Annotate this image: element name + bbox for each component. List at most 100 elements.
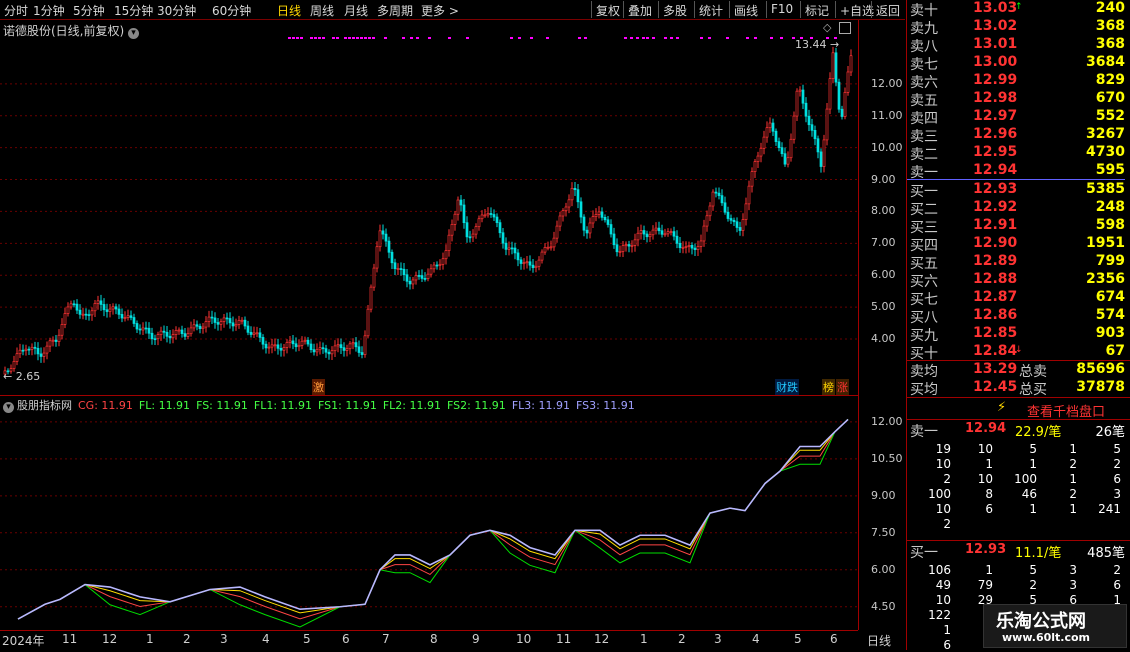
- candle-body: [60, 324, 64, 336]
- candle-body: [561, 210, 565, 217]
- period-tab-6[interactable]: 日线: [277, 2, 301, 19]
- candle-body: [447, 234, 451, 251]
- watermark-logo: 乐淘公式网 www.60lt.com: [983, 604, 1127, 648]
- sell1-detail-cell: 1: [985, 457, 993, 471]
- avg-divider-2: [907, 397, 1130, 398]
- tool-button-6[interactable]: 标记: [805, 2, 829, 19]
- indicator-panel[interactable]: ▾ 股朋指标网 CG: 11.91 FL: 11.91 FS: 11.91 FL1: 11…: [0, 396, 858, 631]
- candle-body: [402, 268, 406, 276]
- candle-body: [228, 318, 232, 324]
- event-badge-2[interactable]: 榜: [822, 379, 835, 395]
- period-label[interactable]: 日线: [867, 632, 891, 649]
- period-tab-3[interactable]: 15分钟: [114, 2, 153, 19]
- toolbar-divider: [871, 1, 872, 18]
- candle-body: [435, 264, 439, 267]
- period-tab-0[interactable]: 分时: [4, 2, 28, 19]
- candle-body: [696, 246, 700, 251]
- candle-body: [558, 215, 562, 227]
- event-marker: [300, 37, 303, 39]
- tool-button-3[interactable]: 统计: [699, 2, 723, 19]
- thousand-level-button[interactable]: 查看千档盘口: [1027, 401, 1105, 420]
- indicator-param-6: FS2: 11.91: [447, 399, 506, 412]
- candle-body: [261, 337, 265, 345]
- candle-body: [48, 340, 52, 347]
- price-chart-panel[interactable]: 诺德股份(日线,前复权) ▾ ◇ 13.44 → ← 2.65 激 财跌 榜涨: [0, 20, 858, 396]
- maximize-icon[interactable]: [839, 22, 851, 34]
- candle-body: [423, 278, 427, 280]
- event-marker: [636, 37, 639, 39]
- tool-button-1[interactable]: 叠加: [628, 2, 652, 19]
- tool-button-7[interactable]: +自选: [840, 2, 874, 19]
- candle-body: [63, 313, 67, 325]
- candle-body: [396, 268, 400, 270]
- period-tab-8[interactable]: 月线: [344, 2, 368, 19]
- tool-button-2[interactable]: 多股: [663, 2, 687, 19]
- sell1-detail-cell: 1: [1029, 457, 1037, 471]
- candle-body: [45, 345, 49, 354]
- event-marker: [336, 37, 339, 39]
- candle-body: [618, 251, 622, 253]
- period-tab-4[interactable]: 30分钟: [157, 2, 196, 19]
- candle-body: [324, 348, 328, 353]
- period-tab-7[interactable]: 周线: [310, 2, 334, 19]
- candlestick-chart[interactable]: [0, 20, 858, 395]
- tool-button-5[interactable]: F10: [771, 2, 793, 16]
- sell-level-5-volume: 670: [1095, 90, 1125, 106]
- tool-button-8[interactable]: 返回: [876, 2, 900, 19]
- period-tab-1[interactable]: 1分钟: [33, 2, 65, 19]
- sell1-detail-cell: 2: [1069, 487, 1077, 501]
- event-marker: [670, 37, 673, 39]
- candle-body: [426, 273, 430, 279]
- period-tab-5[interactable]: 60分钟: [212, 2, 251, 19]
- bid-ask-divider: [907, 179, 1125, 180]
- period-tab-9[interactable]: 多周期: [377, 2, 413, 19]
- candle-body: [189, 327, 193, 335]
- event-badge-3[interactable]: 涨: [836, 379, 849, 395]
- candle-body: [219, 321, 223, 325]
- event-marker: [624, 37, 627, 39]
- candle-body: [723, 202, 727, 213]
- buy-level-5-volume: 2356: [1086, 271, 1125, 287]
- event-badge-1[interactable]: 财跌: [775, 379, 799, 395]
- candle-body: [477, 218, 481, 228]
- candle-body: [411, 279, 415, 285]
- event-badge-0[interactable]: 激: [312, 379, 325, 395]
- tool-button-4[interactable]: 画线: [734, 2, 758, 19]
- period-tab-2[interactable]: 5分钟: [73, 2, 105, 19]
- sell-level-2-label: 卖八: [910, 39, 938, 55]
- candle-body: [108, 308, 112, 312]
- candle-body: [645, 233, 649, 238]
- candle-body: [390, 251, 394, 264]
- candle-body: [129, 315, 133, 318]
- date-label-5: 3: [220, 632, 228, 646]
- candle-body: [432, 264, 436, 270]
- date-label-14: 12: [594, 632, 610, 646]
- candle-body: [207, 316, 211, 322]
- buy1-detail-cell: 3: [1069, 563, 1077, 577]
- candle-body: [588, 222, 592, 234]
- candle-body: [642, 230, 646, 235]
- buy-level-1: 买二 12.92 248: [907, 199, 1125, 218]
- indicator-axis-tick: 10.50: [871, 451, 903, 465]
- event-marker: [780, 37, 783, 39]
- chevron-down-icon[interactable]: ▾: [128, 28, 140, 39]
- candle-body: [660, 230, 664, 235]
- candle-body: [171, 334, 175, 339]
- sell-level-7-volume: 3267: [1086, 126, 1125, 142]
- period-tab-10[interactable]: 更多 >: [421, 2, 459, 19]
- chevron-down-icon[interactable]: ▾: [3, 402, 14, 413]
- sell1-detail-count: 26笔: [1095, 425, 1125, 440]
- candle-body: [240, 319, 244, 322]
- candle-body: [813, 130, 817, 140]
- candle-body: [810, 124, 814, 131]
- diamond-icon[interactable]: ◇: [823, 21, 831, 34]
- indicator-chart[interactable]: [0, 396, 858, 630]
- candle-body: [84, 313, 88, 316]
- candle-body: [579, 201, 583, 218]
- tool-button-0[interactable]: 复权: [596, 2, 620, 19]
- candle-body: [291, 340, 295, 345]
- candle-body: [384, 233, 388, 242]
- buy-level-5: 买六 12.88 2356: [907, 271, 1125, 290]
- candle-body: [300, 340, 304, 346]
- sell1-detail-cell: 6: [985, 502, 993, 516]
